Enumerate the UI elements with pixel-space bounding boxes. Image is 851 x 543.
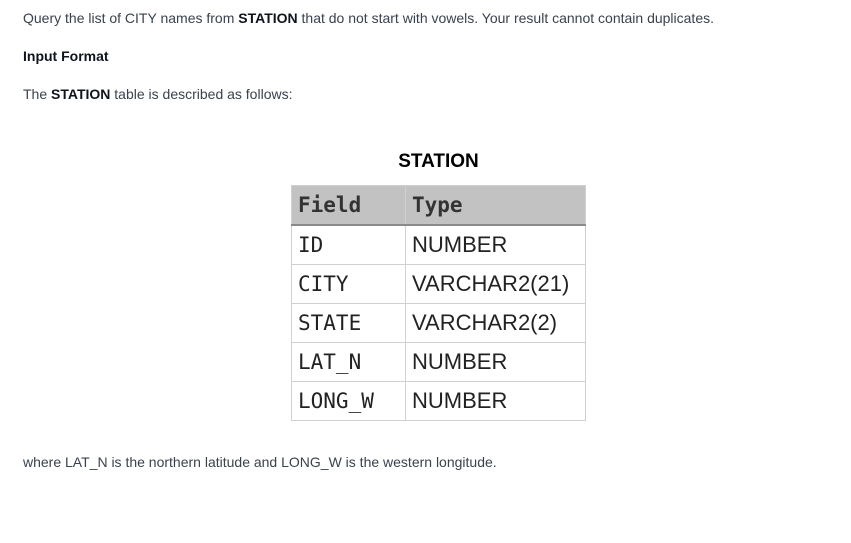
table-description: The STATION table is described as follow… [23,85,292,103]
type-cell: VARCHAR2(21) [405,264,586,304]
table-description-text: The [23,86,52,102]
table-row: ID NUMBER [291,224,586,265]
table-row: LONG_W NUMBER [291,381,586,421]
table-row: STATE VARCHAR2(2) [291,303,586,343]
problem-statement-text: Query the list of CITY names from [23,10,239,26]
input-format-heading: Input Format [23,48,109,64]
field-cell: LAT_N [291,342,406,382]
table-row: LAT_N NUMBER [291,342,586,382]
header-type: Type [405,185,586,226]
station-schema-table: Field Type ID NUMBER CITY VARCHAR2(21) S… [291,185,586,421]
where-note: where LAT_N is the northern latitude and… [23,454,497,470]
field-cell: LONG_W [291,381,406,421]
type-cell: VARCHAR2(2) [405,303,586,343]
type-cell: NUMBER [405,342,586,382]
field-cell: ID [291,224,406,265]
station-table-name: STATION [238,10,298,26]
table-row: CITY VARCHAR2(21) [291,264,586,304]
table-description-table-name: STATION [51,86,111,102]
table-header-row: Field Type [291,185,586,226]
field-cell: STATE [291,303,406,343]
type-cell: NUMBER [405,381,586,421]
problem-statement: Query the list of CITY names from STATIO… [23,9,714,27]
header-field: Field [291,185,406,226]
table-description-text-rest: table is described as follows: [110,86,293,102]
type-cell: NUMBER [405,224,586,265]
problem-statement-text-rest: that do not start with vowels. Your resu… [297,10,714,26]
table-caption: STATION [398,151,479,172]
field-cell: CITY [291,264,406,304]
